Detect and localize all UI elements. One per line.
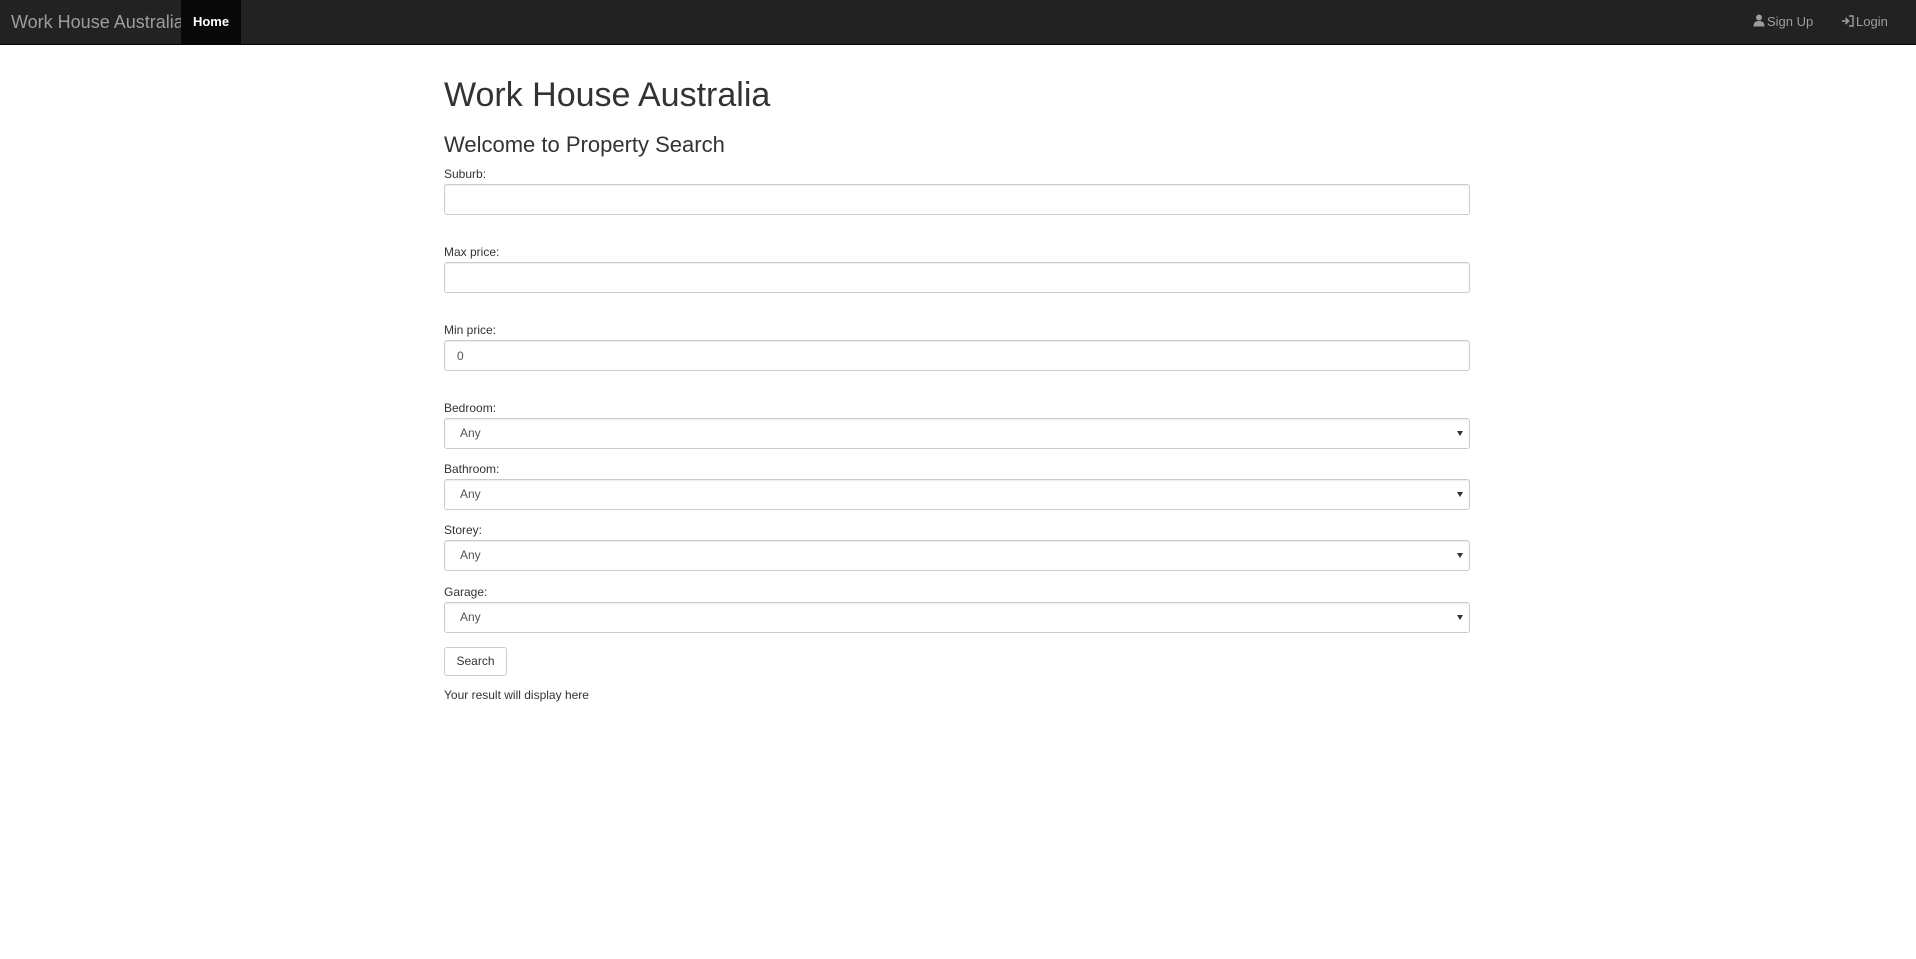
user-icon — [1753, 14, 1765, 27]
storey-select-value: Any — [460, 548, 481, 562]
garage-select-value: Any — [460, 610, 481, 624]
search-button[interactable]: Search — [444, 647, 507, 676]
bathroom-select-value: Any — [460, 487, 481, 501]
page-title: Work House Australia — [444, 76, 771, 114]
nav-home-link[interactable]: Home — [181, 0, 241, 44]
bedroom-label: Bedroom: — [444, 401, 497, 415]
max-price-input[interactable] — [444, 262, 1470, 293]
nav-login-link[interactable]: Login — [1841, 0, 1888, 44]
bedroom-select[interactable]: Any — [444, 418, 1470, 449]
bathroom-select[interactable]: Any — [444, 479, 1470, 510]
top-navbar: Work House Australia Home Sign Up Login — [0, 0, 1916, 45]
signup-label: Sign Up — [1767, 14, 1814, 29]
storey-label: Storey: — [444, 523, 483, 537]
bedroom-select-value: Any — [460, 426, 481, 440]
brand-link[interactable]: Work House Australia — [11, 0, 184, 45]
result-placeholder-text: Your result will display here — [444, 688, 589, 702]
login-label: Login — [1856, 14, 1888, 29]
min-price-input[interactable] — [444, 340, 1470, 371]
chevron-down-icon — [1457, 615, 1463, 620]
page-subtitle: Welcome to Property Search — [444, 132, 725, 157]
login-icon — [1842, 15, 1854, 27]
suburb-label: Suburb: — [444, 167, 487, 181]
garage-select[interactable]: Any — [444, 602, 1470, 633]
max-price-label: Max price: — [444, 245, 500, 259]
nav-signup-link[interactable]: Sign Up — [1753, 0, 1813, 44]
chevron-down-icon — [1457, 431, 1463, 436]
storey-select[interactable]: Any — [444, 540, 1470, 571]
chevron-down-icon — [1457, 492, 1463, 497]
garage-label: Garage: — [444, 585, 488, 599]
chevron-down-icon — [1457, 553, 1463, 558]
suburb-input[interactable] — [444, 184, 1470, 215]
bathroom-label: Bathroom: — [444, 462, 500, 476]
min-price-label: Min price: — [444, 323, 497, 337]
